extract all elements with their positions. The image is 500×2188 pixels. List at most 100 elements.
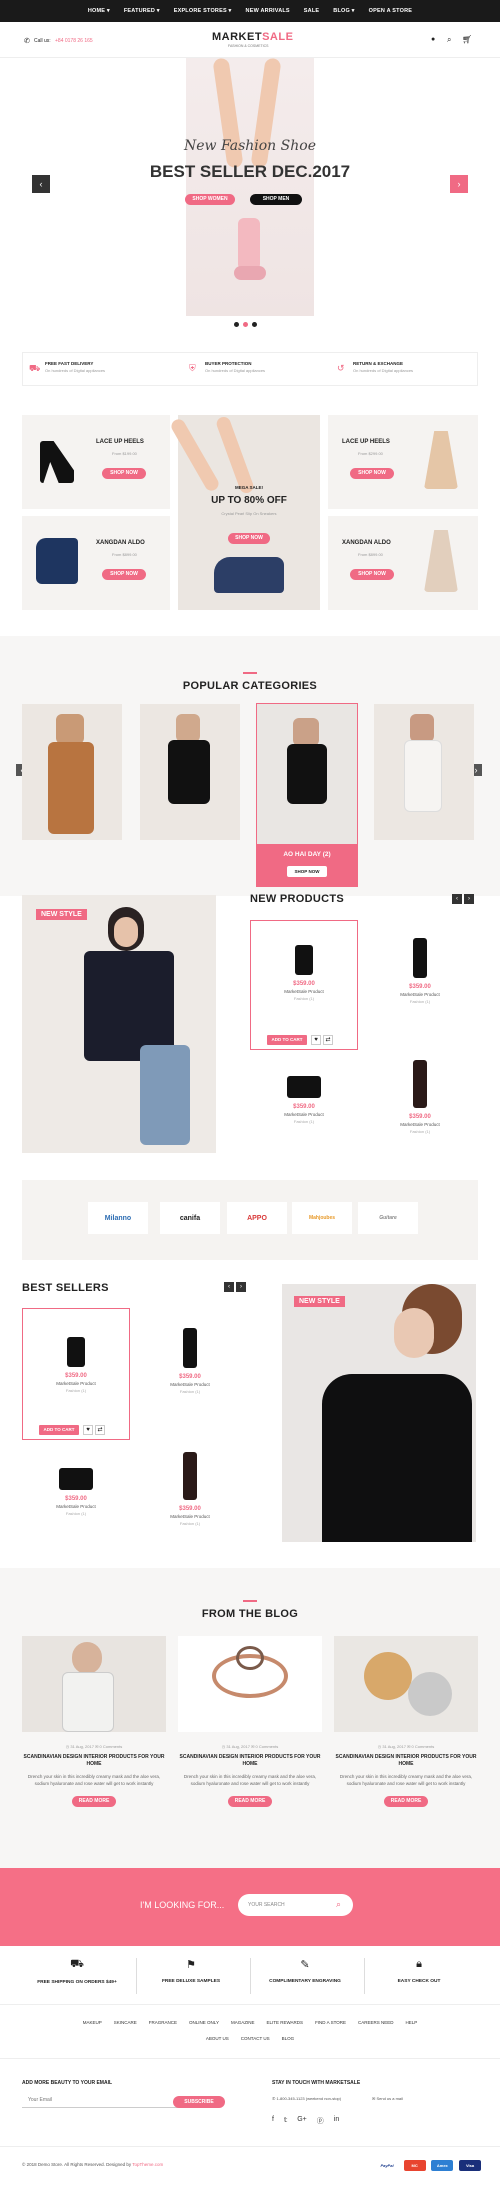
- best-sellers-prev[interactable]: ‹: [224, 1282, 234, 1292]
- shop-now-button[interactable]: SHOP NOW: [102, 569, 146, 580]
- product-card[interactable]: $359.00 MarketSale Product Fashion (1): [250, 1050, 358, 1124]
- category-card[interactable]: [374, 704, 474, 840]
- shop-now-button[interactable]: SHOP NOW: [102, 468, 146, 479]
- shop-now-button[interactable]: SHOP NOW: [350, 468, 394, 479]
- site-logo[interactable]: MARKETSALE: [212, 31, 293, 43]
- blog-title[interactable]: SCANDINAVIAN DESIGN INTERIOR PRODUCTS FO…: [334, 1754, 478, 1768]
- pinterest-icon[interactable]: ⓟ: [317, 2116, 324, 2126]
- category-card[interactable]: [140, 704, 240, 840]
- footer-link[interactable]: CAREERS NEED: [358, 2020, 394, 2025]
- footer-link[interactable]: CONTACT US: [241, 2036, 270, 2041]
- product-card[interactable]: $359.00 MarketSale Product Fashion (1): [136, 1308, 244, 1394]
- contact-email[interactable]: ✉ Send us a mail: [372, 2096, 403, 2101]
- product-name[interactable]: MarketSale Product: [366, 992, 474, 997]
- twitter-icon[interactable]: 𝕥: [284, 2116, 287, 2126]
- new-products-next[interactable]: ›: [464, 894, 474, 904]
- shop-now-button[interactable]: SHOP NOW: [350, 569, 394, 580]
- product-name[interactable]: MarketSale Product: [251, 989, 357, 994]
- promo-right-bottom[interactable]: XANGDAN ALDO From $899.00 SHOP NOW: [328, 516, 478, 610]
- footer-link[interactable]: SKINCARE: [114, 2020, 137, 2025]
- read-more-button[interactable]: READ MORE: [228, 1796, 272, 1807]
- blog-title[interactable]: SCANDINAVIAN DESIGN INTERIOR PRODUCTS FO…: [178, 1754, 322, 1768]
- product-card[interactable]: $359.00 MarketSale Product Fashion (1): [366, 1050, 474, 1134]
- search-icon[interactable]: ⌕: [447, 35, 451, 45]
- compare-icon[interactable]: ⇄: [95, 1425, 105, 1435]
- product-name[interactable]: MarketSale Product: [23, 1381, 129, 1386]
- promo-left-top[interactable]: LACE UP HEELS From $199.00 SHOP NOW: [22, 415, 170, 509]
- promo-center[interactable]: MEGA SALE! UP TO 80% OFF Crystal Pearl S…: [168, 415, 320, 610]
- blog-post[interactable]: ◷ 31 Aug, 2017 ✉ 0 Comments SCANDINAVIAN…: [178, 1636, 322, 1807]
- add-to-cart-button[interactable]: ADD TO CART: [267, 1035, 307, 1045]
- designer-link[interactable]: TopTheme.com: [132, 2162, 163, 2167]
- compare-icon[interactable]: ⇄: [323, 1035, 333, 1045]
- newsletter-email-input[interactable]: Your Email: [22, 2094, 182, 2108]
- add-to-cart-button[interactable]: ADD TO CART: [39, 1425, 79, 1435]
- slide-dot[interactable]: [252, 322, 257, 327]
- shop-now-button[interactable]: SHOP NOW: [287, 866, 327, 877]
- hero-next-arrow[interactable]: ›: [450, 175, 468, 193]
- promo-left-bottom[interactable]: XANGDAN ALDO From $899.00 SHOP NOW: [22, 516, 170, 610]
- new-style-banner[interactable]: NEW STYLE: [22, 895, 216, 1153]
- wishlist-heart-icon[interactable]: ♥: [83, 1425, 93, 1435]
- footer-link[interactable]: ABOUT US: [206, 2036, 229, 2041]
- footer-link[interactable]: MAGAZINE: [231, 2020, 255, 2025]
- promo-right-top[interactable]: LACE UP HEELS From $299.00 SHOP NOW: [328, 415, 478, 509]
- category-card[interactable]: [22, 704, 122, 840]
- footer-link[interactable]: HELP: [406, 2020, 418, 2025]
- footer-link[interactable]: ELITE REWARDS: [266, 2020, 303, 2025]
- product-name[interactable]: MarketSale Product: [366, 1122, 474, 1127]
- nav-new-arrivals[interactable]: NEW ARRIVALS: [246, 8, 290, 14]
- footer-link[interactable]: BLOG: [282, 2036, 295, 2041]
- product-card[interactable]: $359.00 MarketSale Product Fashion (1): [136, 1442, 244, 1526]
- footer-link[interactable]: ONLINE ONLY: [189, 2020, 219, 2025]
- blog-post[interactable]: ◷ 31 Aug, 2017 ✉ 0 Comments SCANDINAVIAN…: [22, 1636, 166, 1807]
- brand-logo[interactable]: Guitare: [358, 1202, 418, 1234]
- blog-image[interactable]: [22, 1636, 166, 1732]
- brand-logo[interactable]: APPO: [227, 1202, 287, 1234]
- best-sellers-next[interactable]: ›: [236, 1282, 246, 1292]
- blog-image[interactable]: [334, 1636, 478, 1732]
- brand-logo[interactable]: Milanno: [88, 1202, 148, 1234]
- search-input[interactable]: YOUR SEARCH ⌕: [238, 1894, 353, 1916]
- google-plus-icon[interactable]: G+: [297, 2116, 307, 2126]
- brand-logo[interactable]: Mahjoubes: [292, 1202, 352, 1234]
- shop-men-button[interactable]: SHOP MEN: [250, 194, 302, 205]
- shop-now-button[interactable]: SHOP NOW: [228, 533, 270, 544]
- nav-open-store[interactable]: OPEN A STORE: [369, 8, 412, 14]
- product-name[interactable]: MarketSale Product: [136, 1514, 244, 1519]
- product-card[interactable]: $359.00 MarketSale Product Fashion (1): [366, 920, 474, 1004]
- product-card-hover[interactable]: $359.00 MarketSale Product Fashion (1) A…: [22, 1308, 130, 1440]
- footer-link[interactable]: FIND A STORE: [315, 2020, 346, 2025]
- blog-image[interactable]: [178, 1636, 322, 1732]
- nav-blog[interactable]: BLOG ▾: [333, 8, 354, 14]
- linkedin-icon[interactable]: in: [334, 2116, 339, 2126]
- new-products-prev[interactable]: ‹: [452, 894, 462, 904]
- user-icon[interactable]: ●: [431, 36, 435, 43]
- nav-explore-stores[interactable]: EXPLORE STORES ▾: [174, 8, 232, 14]
- cart-icon[interactable]: 🛒︎: [462, 35, 472, 44]
- nav-home[interactable]: HOME ▾: [88, 8, 110, 14]
- blog-title[interactable]: SCANDINAVIAN DESIGN INTERIOR PRODUCTS FO…: [22, 1754, 166, 1768]
- shop-women-button[interactable]: SHOP WOMEN: [185, 194, 235, 205]
- contact-phone[interactable]: ✆ 1-800-345-1123 (weekend non-stop): [272, 2096, 341, 2101]
- phone-number[interactable]: +84 0178 26 165: [55, 38, 93, 44]
- product-name[interactable]: MarketSale Product: [250, 1112, 358, 1117]
- brand-logo[interactable]: canifa: [160, 1202, 220, 1234]
- facebook-icon[interactable]: f: [272, 2116, 274, 2126]
- read-more-button[interactable]: READ MORE: [72, 1796, 116, 1807]
- nav-sale[interactable]: SALE: [304, 8, 319, 14]
- blog-post[interactable]: ◷ 31 Aug, 2017 ✉ 0 Comments SCANDINAVIAN…: [334, 1636, 478, 1807]
- wishlist-heart-icon[interactable]: ♥: [311, 1035, 321, 1045]
- product-name[interactable]: MarketSale Product: [22, 1504, 130, 1509]
- product-name[interactable]: MarketSale Product: [136, 1382, 244, 1387]
- read-more-button[interactable]: READ MORE: [384, 1796, 428, 1807]
- nav-featured[interactable]: FEATURED ▾: [124, 8, 160, 14]
- product-card-hover[interactable]: $359.00 MarketSale Product Fashion (1) A…: [250, 920, 358, 1050]
- category-card-active[interactable]: AO HAI DAY (2) SHOP NOW: [256, 703, 358, 887]
- footer-link[interactable]: FRAGRANCE: [149, 2020, 177, 2025]
- footer-link[interactable]: MAKEUP: [83, 2020, 102, 2025]
- search-icon[interactable]: ⌕: [336, 1899, 341, 1910]
- subscribe-button[interactable]: SUBSCRIBE: [173, 2096, 225, 2108]
- new-style-banner[interactable]: NEW STYLE: [282, 1284, 476, 1542]
- product-card[interactable]: $359.00 MarketSale Product Fashion (1): [22, 1442, 130, 1516]
